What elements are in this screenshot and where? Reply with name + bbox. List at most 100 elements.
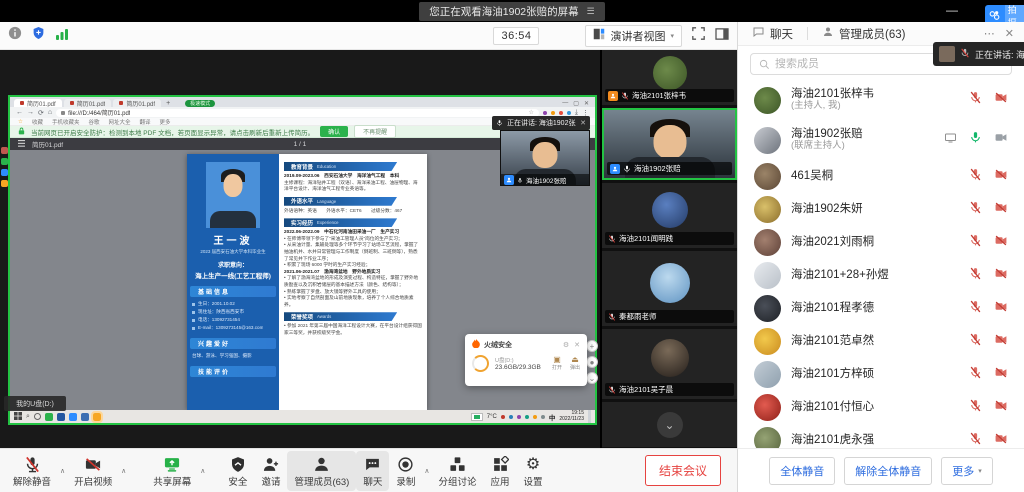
bookmark-item[interactable]: 手机收藏夹 — [52, 118, 80, 126]
bookmark-item[interactable]: 更多 — [160, 118, 171, 126]
extension-icon[interactable] — [567, 111, 571, 115]
battery-tray-icon[interactable] — [471, 413, 483, 421]
pdf-sidebar-icon[interactable] — [18, 140, 25, 149]
record-button[interactable]: 录制 — [389, 451, 422, 491]
browser-tab[interactable]: 简历01.pdf — [64, 99, 112, 107]
mic-muted-icon[interactable] — [969, 333, 982, 351]
more-actions-button[interactable]: 更多 ▾ — [941, 457, 993, 485]
member-row[interactable]: 海油2101+28+孙煜 — [738, 259, 1024, 292]
tray-icon[interactable] — [525, 415, 529, 419]
tray-icon[interactable] — [509, 415, 513, 419]
chat-button[interactable]: 聊天 — [356, 451, 389, 491]
banner-menu-icon[interactable]: ☰ — [587, 6, 595, 17]
bookmark-item[interactable]: 网址大全 — [108, 118, 130, 126]
mic-muted-icon[interactable] — [969, 91, 982, 109]
float-collapse-button[interactable]: ⌄ — [586, 372, 598, 384]
share-options-chevron[interactable]: ∧ — [198, 467, 207, 475]
speaker-preview-video[interactable]: 海油1902张赔 — [500, 130, 590, 186]
video-tile-collapsed[interactable]: ⌄ — [602, 402, 737, 447]
sidebar-app-icon[interactable] — [1, 147, 8, 154]
tray-icon[interactable] — [517, 415, 521, 419]
video-options-chevron[interactable]: ∧ — [119, 467, 128, 475]
member-row[interactable]: 海油2101方梓硕 — [738, 358, 1024, 391]
unmute-button[interactable]: 解除静音 — [6, 451, 58, 491]
security-usb-popup[interactable]: 火绒安全 ⚙ ✕ U盘(D:) 23.6GB/29.3GB ▣打开 ⏏弹出 — [465, 334, 587, 386]
speaking-overlay-bar[interactable]: 正在讲话: 海油1902张赔 ✕ — [492, 116, 590, 130]
camera-icon[interactable] — [994, 131, 1008, 149]
taskbar-clock[interactable]: 19:15 2022/11/23 — [559, 411, 584, 423]
panel-more-icon[interactable]: ⋯ — [984, 27, 995, 40]
popup-settings-icon[interactable]: ⚙ — [563, 341, 569, 349]
member-row[interactable]: 海油2021刘雨桐 — [738, 226, 1024, 259]
ime-indicator[interactable]: 中 — [549, 412, 556, 422]
video-tile[interactable]: 海油2101张梓韦 — [602, 50, 737, 105]
tray-icon[interactable] — [533, 415, 537, 419]
member-row[interactable]: 海油2101虎永强 — [738, 424, 1024, 448]
video-tile-speaking[interactable]: 海油1902张赔 — [602, 108, 737, 180]
taskbar-search-icon[interactable]: ⌕ — [26, 413, 30, 421]
camera-muted-icon[interactable] — [994, 234, 1008, 252]
notice-confirm-button[interactable]: 确认 — [320, 126, 348, 137]
refresh-icon[interactable]: ⟳ — [38, 109, 44, 117]
panel-close-icon[interactable]: ✕ — [1005, 27, 1014, 40]
taskbar-app-icon[interactable] — [69, 413, 77, 421]
info-icon[interactable] — [8, 26, 22, 45]
browser-tab[interactable]: 简历01.pdf — [113, 99, 161, 107]
fullscreen-icon[interactable] — [692, 27, 705, 45]
mic-on-icon[interactable] — [969, 131, 982, 149]
camera-muted-icon[interactable] — [994, 300, 1008, 318]
record-options-chevron[interactable]: ∧ — [422, 467, 431, 475]
member-row[interactable]: 海油2101付恒心 — [738, 391, 1024, 424]
camera-muted-icon[interactable] — [994, 366, 1008, 384]
shield-icon[interactable] — [32, 26, 45, 45]
mic-muted-icon[interactable] — [969, 267, 982, 285]
tab-members[interactable]: 管理成员(63) — [808, 22, 919, 45]
unmute-options-chevron[interactable]: ∧ — [58, 467, 67, 475]
video-tile[interactable]: 海油2101闻明践 — [602, 183, 737, 248]
sidebar-app-icon[interactable] — [1, 169, 8, 176]
video-tile[interactable]: 海油2101吴子晨 — [602, 329, 737, 399]
screen-sharing-icon[interactable] — [944, 131, 957, 149]
collapse-chevron-icon[interactable]: ⌄ — [657, 412, 683, 438]
start-video-button[interactable]: 开启视频 — [67, 451, 119, 491]
bookmark-item[interactable]: 收藏 — [32, 118, 43, 126]
home-icon[interactable]: ⌂ — [48, 109, 52, 116]
bookmark-item[interactable]: 谷歌 — [88, 118, 99, 126]
view-mode-button[interactable]: 演讲者视图 ▾ — [585, 25, 682, 47]
camera-muted-icon[interactable] — [994, 399, 1008, 417]
mic-muted-icon[interactable] — [969, 168, 982, 186]
back-icon[interactable]: ← — [16, 109, 23, 116]
member-row[interactable]: 海油2101张梓韦(主持人, 我) — [738, 80, 1024, 120]
breakout-rooms-button[interactable]: 分组讨论 — [432, 451, 484, 491]
member-row[interactable]: 海油2101范卓然 — [738, 325, 1024, 358]
mic-muted-icon[interactable] — [969, 300, 982, 318]
taskbar-app-icon[interactable] — [57, 413, 65, 421]
unmute-all-button[interactable]: 解除全体静音 — [844, 457, 932, 485]
taskbar-app-icon[interactable] — [45, 413, 53, 421]
notice-dismiss-button[interactable]: 不再提醒 — [354, 125, 396, 138]
tray-icon[interactable] — [501, 415, 505, 419]
share-screen-button[interactable]: 共享屏幕 — [146, 451, 198, 491]
extension-icon[interactable] — [543, 111, 547, 115]
member-row[interactable]: 461吴桐 — [738, 160, 1024, 193]
sidebar-app-icon[interactable] — [1, 158, 8, 165]
start-button-icon[interactable] — [14, 412, 22, 422]
extension-icon[interactable] — [551, 111, 555, 115]
sidebar-app-icon[interactable] — [1, 180, 8, 187]
mic-muted-icon[interactable] — [969, 432, 982, 449]
browser-maximize-icon[interactable]: ▢ — [573, 100, 579, 107]
taskbar-active-app-icon[interactable] — [93, 413, 101, 421]
member-row[interactable]: 海油1902朱妍 — [738, 193, 1024, 226]
weather-tray-text[interactable]: 7°C — [487, 414, 497, 420]
eject-drive-button[interactable]: ⏏弹出 — [570, 356, 580, 371]
float-fit-button[interactable]: ● — [586, 356, 598, 368]
watching-banner[interactable]: 您正在观看海油1902张赔的屏幕 ☰ — [419, 2, 604, 21]
overlay-close-icon[interactable]: ✕ — [580, 119, 586, 127]
show-desktop-sliver[interactable] — [588, 410, 591, 423]
mic-muted-icon[interactable] — [969, 366, 982, 384]
camera-muted-icon[interactable] — [994, 91, 1008, 109]
new-tab-button[interactable]: + — [163, 100, 173, 107]
tray-icon[interactable] — [541, 415, 545, 419]
apps-button[interactable]: 应用 — [484, 451, 517, 491]
mute-all-button[interactable]: 全体静音 — [769, 457, 835, 485]
